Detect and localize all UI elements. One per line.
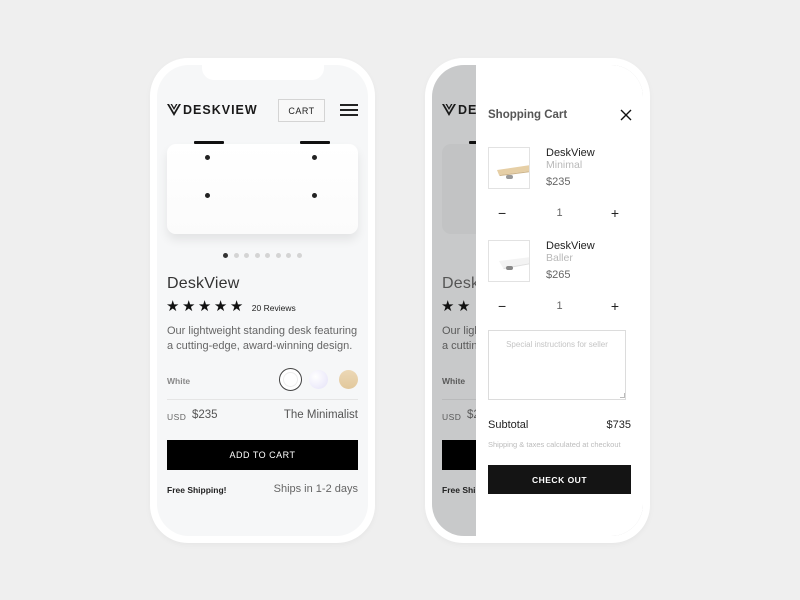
currency-label: USD [442,412,462,422]
star-icon: ★ [197,298,212,315]
carousel-dot[interactable] [265,253,271,258]
cart-item: DeskView Baller $265 − 1 + [488,240,631,330]
selected-color-label: White [442,376,466,386]
desk-screw [312,155,317,160]
item-variant: Minimal [546,159,583,171]
carousel-dot[interactable] [244,253,250,258]
top-bar: DESKVIEW CART [167,99,358,123]
color-swatch-lavender[interactable] [309,370,328,389]
carousel-dot[interactable] [223,253,229,258]
star-icon: ★ [229,298,244,315]
selected-color-label: White [167,376,191,386]
product-title: DeskView [167,275,240,292]
product-price: $235 [192,409,218,421]
decrease-quantity-button[interactable]: − [498,298,506,314]
item-thumbnail [488,240,530,282]
cart-item: DeskView Minimal $235 − 1 + [488,147,631,237]
currency-label: USD [167,412,187,422]
desk-wood-image [497,165,529,179]
star-icon: ★ [441,298,455,315]
phone-product-page: DESKVIEW CART DeskView ★ ★ ★ ★ ★ 20 Reviews … [150,58,375,543]
decrease-quantity-button[interactable]: − [498,205,506,221]
carousel-dot[interactable] [286,253,292,258]
desk-screw [312,193,317,198]
carousel-dot[interactable] [275,253,281,258]
color-selector: White [167,368,358,394]
subtotal-row: Subtotal $735 [488,419,631,435]
item-name: DeskView [546,147,595,159]
item-price: $235 [546,176,571,188]
subtotal-value: $735 [606,419,631,431]
divider [167,399,358,400]
star-icon: ★ [213,298,228,315]
price-row: USD $235 The Minimalist [167,409,358,425]
checkout-button[interactable]: CHECK OUT [488,465,631,494]
product-description: Our lightweight standing desk featuring … [167,325,358,352]
item-variant: Baller [546,252,573,264]
quantity-stepper: − 1 + [488,298,631,314]
quantity-value[interactable]: 1 [556,298,562,314]
carousel-pagination [157,253,368,258]
item-name: DeskView [546,240,595,252]
product-image [167,141,358,236]
quantity-value[interactable]: 1 [556,205,562,221]
carousel-dot[interactable] [233,253,239,258]
desk-white-image [499,257,529,270]
cart-button[interactable]: CART [278,99,325,122]
cart-screen: DESKVIEW DeskView ★★ Our lightweight sta… [432,65,643,536]
add-to-cart-button[interactable]: ADD TO CART [167,440,358,470]
desk-screw [205,193,210,198]
seller-instructions-input[interactable] [488,330,626,400]
star-icon: ★ [456,298,471,315]
subtotal-label: Subtotal [488,419,529,431]
ships-in-label: Ships in 1-2 days [273,483,358,495]
deskview-logo-icon [167,104,181,116]
cart-title: Shopping Cart [488,109,568,121]
carousel-dot[interactable] [254,253,260,258]
product-model: The Minimalist [283,409,358,421]
quantity-stepper: − 1 + [488,205,631,221]
increase-quantity-button[interactable]: + [611,298,619,314]
color-swatch-white[interactable] [279,368,302,391]
free-shipping-label: Free Shipping! [167,485,227,495]
resize-grip-icon[interactable] [620,393,625,398]
brand-logo[interactable]: DESKVIEW [167,103,258,117]
phone-notch [476,65,599,80]
shipping-row: Free Shipping! Ships in 1-2 days [167,483,358,499]
desk-screw [205,155,210,160]
desk-top [167,144,358,234]
brand-name: DESKVIEW [183,103,258,117]
product-screen: DESKVIEW CART DeskView ★ ★ ★ ★ ★ 20 Reviews … [157,65,368,536]
star-icon: ★ [181,298,196,315]
reviews-link[interactable]: 20 Reviews [252,303,296,313]
shipping-taxes-note: Shipping & taxes calculated at checkout [488,440,621,449]
cart-drawer: Shopping Cart DeskView Minimal $235 − 1 … [476,65,643,536]
color-swatch-wood[interactable] [339,370,358,389]
item-price: $265 [546,269,571,281]
deskview-logo-icon [442,104,456,116]
hamburger-menu-icon[interactable] [340,104,358,116]
carousel-dot[interactable] [296,253,302,258]
rating-stars: ★ ★ [441,299,473,314]
close-icon[interactable] [620,109,632,121]
star-icon: ★ [166,298,180,315]
phone-notch [201,65,324,80]
increase-quantity-button[interactable]: + [611,205,619,221]
item-thumbnail [488,147,530,189]
rating-stars[interactable]: ★ ★ ★ ★ ★ 20 Reviews [166,299,296,314]
phone-cart-drawer: DESKVIEW DeskView ★★ Our lightweight sta… [425,58,650,543]
